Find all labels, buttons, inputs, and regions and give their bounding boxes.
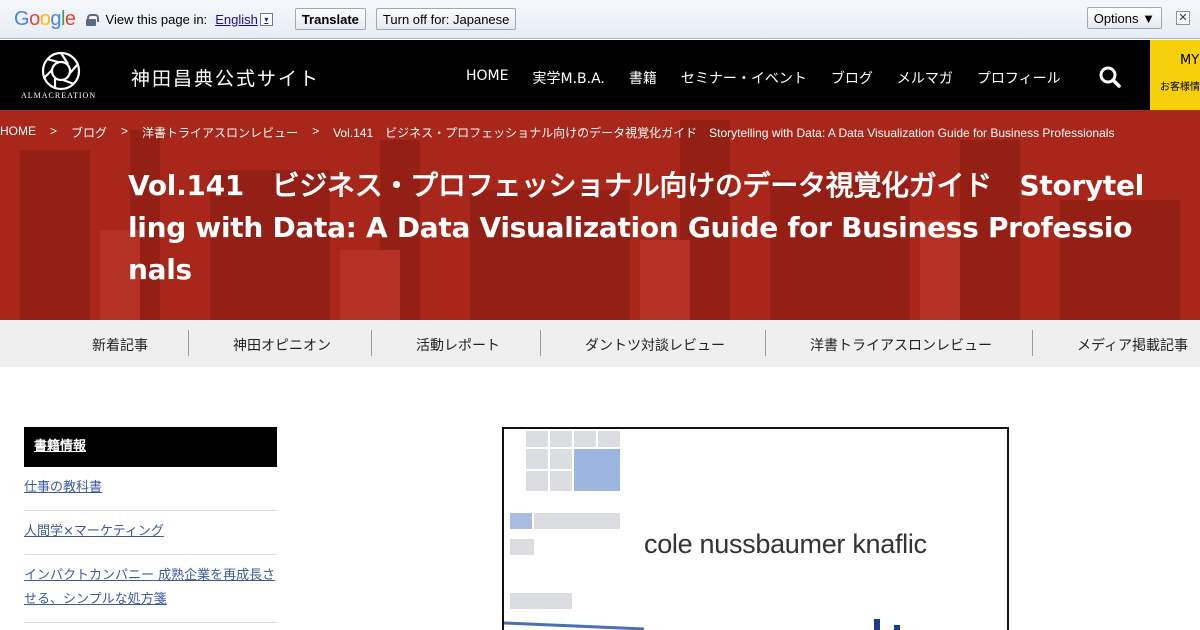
main-nav: HOME 実学M.B.A. 書籍 セミナー・イベント ブログ メルマガ プロフィ… (466, 68, 1085, 88)
search-icon[interactable] (1099, 66, 1121, 88)
category-media[interactable]: メディア掲載記事 (1077, 335, 1188, 355)
category-book-triathlon[interactable]: 洋書トライアスロンレビュー (810, 335, 992, 355)
hero-banner: HOME > ブログ > 洋書トライアスロンレビュー > Vol.141 ビジネ… (0, 110, 1200, 320)
language-label: English (215, 11, 258, 27)
sidebar-link-impact-company[interactable]: インパクトカンパニー 成熟企業を再成長させる、シンプルな処方箋 (24, 555, 277, 623)
site-title[interactable]: 神田昌典公式サイト (131, 64, 320, 91)
category-divider (371, 330, 372, 356)
my-label: MY (1180, 53, 1200, 68)
close-icon[interactable]: ✕ (1176, 11, 1190, 25)
translate-bar: Google View this page in: English ▾ Tran… (0, 0, 1200, 39)
translate-button[interactable]: Translate (294, 8, 366, 30)
sidebar-link-work-textbook[interactable]: 仕事の教科書 (24, 467, 277, 511)
options-button[interactable]: Options ▼ (1086, 7, 1162, 29)
nav-item-newsletter[interactable]: メルマガ (897, 68, 953, 88)
category-divider (188, 330, 189, 356)
almacreation-logo-icon[interactable] (38, 48, 84, 94)
category-divider (765, 330, 766, 356)
category-new-articles[interactable]: 新着記事 (92, 335, 148, 355)
category-divider (1032, 330, 1033, 356)
nav-item-seminar[interactable]: セミナー・イベント (681, 68, 807, 88)
breadcrumb-separator: > (50, 124, 58, 138)
my-account-button[interactable]: MY お客様情報 (1150, 40, 1200, 110)
category-nav: 新着記事 神田オピニオン 活動レポート ダントツ対談レビュー 洋書トライアスロン… (0, 320, 1200, 367)
breadcrumb-separator: > (312, 124, 320, 138)
breadcrumb-separator: > (121, 124, 129, 138)
chevron-down-icon[interactable]: ▾ (259, 12, 273, 26)
category-activity-report[interactable]: 活動レポート (416, 335, 500, 355)
breadcrumb-blog[interactable]: ブログ (71, 124, 107, 141)
nav-item-books[interactable]: 書籍 (629, 68, 657, 88)
my-sub-label: お客様情報 (1160, 82, 1200, 93)
view-page-label: View this page in: (105, 11, 208, 27)
nav-item-mba[interactable]: 実学M.B.A. (532, 68, 604, 88)
sidebar-link-humanology-marketing[interactable]: 人間学×マーケティング (24, 511, 277, 555)
nav-item-profile[interactable]: プロフィール (977, 68, 1061, 88)
breadcrumb-category[interactable]: 洋書トライアスロンレビュー (142, 124, 298, 141)
nav-item-home[interactable]: HOME (466, 68, 508, 88)
sidebar: 書籍情報 仕事の教科書 人間学×マーケティング インパクトカンパニー 成熟企業を… (24, 427, 277, 623)
site-header: ALMACREATION 神田昌典公式サイト HOME 実学M.B.A. 書籍 … (0, 40, 1200, 110)
breadcrumb-current: Vol.141 ビジネス・プロフェッショナル向けのデータ視覚化ガイド Story… (333, 126, 1115, 140)
page-title: Vol.141 ビジネス・プロフェッショナル向けのデータ視覚化ガイド Story… (128, 169, 1144, 286)
book-cover-image: cole nussbaumer knaflic (502, 427, 1009, 630)
sidebar-heading[interactable]: 書籍情報 (24, 427, 277, 467)
google-logo: Google (14, 7, 76, 30)
logo-text: ALMACREATION (21, 91, 97, 100)
nav-item-blog[interactable]: ブログ (831, 68, 873, 88)
breadcrumb: HOME > ブログ > 洋書トライアスロンレビュー > Vol.141 ビジネ… (0, 124, 1114, 141)
breadcrumb-home[interactable]: HOME (0, 124, 36, 141)
lock-icon (85, 13, 99, 26)
category-divider (540, 330, 541, 356)
cover-author: cole nussbaumer knaflic (644, 529, 927, 559)
category-kanda-opinion[interactable]: 神田オピニオン (233, 335, 331, 355)
language-select[interactable]: English ▾ (215, 12, 273, 27)
category-dialogue-review[interactable]: ダントツ対談レビュー (585, 335, 725, 355)
turn-off-button[interactable]: Turn off for: Japanese (375, 8, 517, 30)
